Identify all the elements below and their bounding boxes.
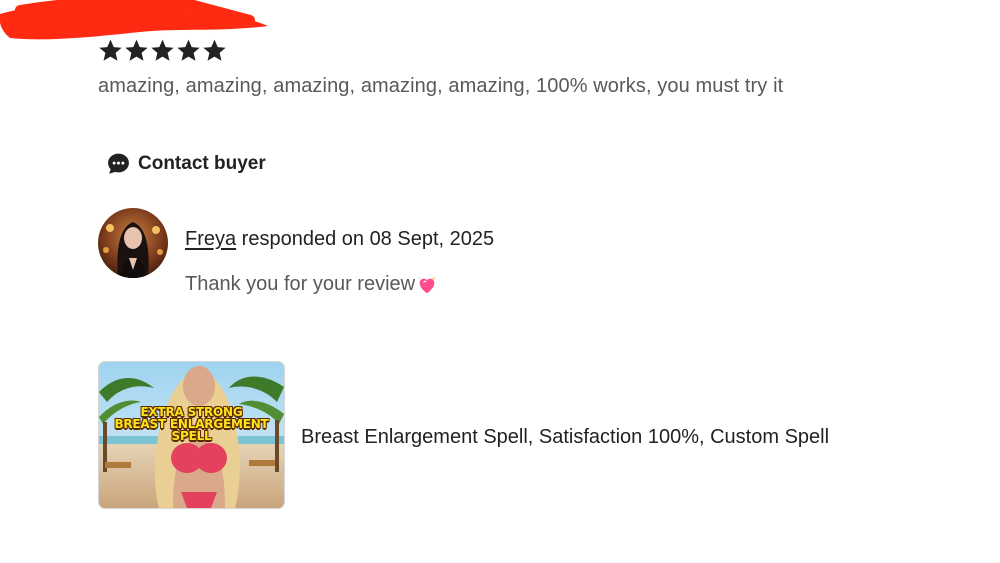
star-icon	[125, 39, 148, 61]
chat-bubble-icon	[108, 153, 129, 174]
review-text: amazing, amazing, amazing, amazing, amaz…	[98, 75, 784, 97]
thumbnail-caption-line: SPELL	[171, 429, 212, 443]
contact-buyer-label: Contact buyer	[138, 152, 266, 174]
star-icon	[151, 39, 174, 61]
seller-name-link[interactable]: Freya	[185, 228, 236, 250]
seller-response-header: Freya responded on 08 Sept, 2025	[185, 228, 494, 251]
seller-response: Thank you for your review	[185, 273, 438, 296]
thumbnail-caption: EXTRA STRONG BREAST ENLARGEMENT SPELL	[99, 406, 284, 442]
listing-thumbnail[interactable]: EXTRA STRONG BREAST ENLARGEMENT SPELL	[98, 361, 285, 509]
sparkling-heart-icon	[418, 275, 437, 293]
contact-buyer-button[interactable]: Contact buyer	[106, 151, 266, 176]
star-icon	[203, 39, 226, 61]
avatar-image	[98, 208, 168, 278]
listing-title-link[interactable]: Breast Enlargement Spell, Satisfaction 1…	[301, 426, 829, 449]
seller-avatar[interactable]	[98, 208, 168, 278]
star-rating	[98, 38, 227, 63]
review-card: amazing, amazing, amazing, amazing, amaz…	[0, 0, 1000, 563]
star-icon	[99, 39, 122, 61]
star-icon	[177, 39, 200, 61]
seller-response-text: Thank you for your review	[185, 273, 416, 295]
response-meta: responded on 08 Sept, 2025	[236, 228, 495, 250]
